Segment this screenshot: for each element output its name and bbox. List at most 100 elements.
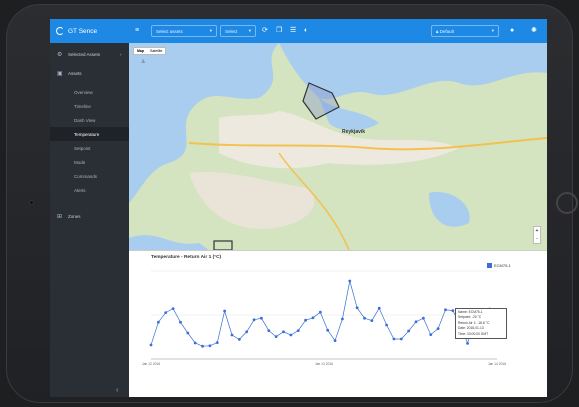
- zones-icon: ⊞: [57, 213, 63, 220]
- map-toggle-map[interactable]: Map: [134, 48, 147, 54]
- data-point: [208, 344, 212, 348]
- camera-dot: [29, 200, 34, 205]
- data-point: [311, 316, 315, 320]
- sidebar-sub-label: Mode: [74, 159, 86, 165]
- chart-panel: Temperature - Return Air 1 (°C) ECM75-1 …: [129, 250, 547, 397]
- assets-select[interactable]: Select assets ▾: [151, 25, 217, 37]
- data-point: [156, 320, 160, 324]
- data-point: [171, 307, 175, 310]
- zoom-out-button[interactable]: -: [534, 235, 540, 243]
- tablet-frame: GT Sence ≡ Select assets ▾ Select ▾ ⟳ ❐ …: [6, 4, 578, 403]
- data-point: [230, 333, 234, 337]
- data-point: [186, 331, 190, 335]
- legend-swatch: [487, 263, 492, 268]
- data-point: [282, 330, 285, 334]
- data-point: [296, 329, 300, 332]
- gear-icon: ⚙: [57, 51, 63, 58]
- data-point: [252, 318, 256, 322]
- sidebar-item-selected-assets[interactable]: ⚙ Selected Assets ›: [50, 46, 129, 62]
- sidebar-sub-setpoint[interactable]: Setpoint: [50, 141, 129, 155]
- data-point: [436, 327, 440, 330]
- data-point: [333, 339, 337, 342]
- app-brand[interactable]: GT Sence: [56, 19, 97, 43]
- user-icon[interactable]: ●: [510, 27, 514, 34]
- sidebar-item-zones[interactable]: ⊞ Zones: [50, 208, 129, 224]
- app-screen: GT Sence ≡ Select assets ▾ Select ▾ ⟳ ❐ …: [50, 19, 547, 397]
- sidebar-sub-label: Overview: [74, 89, 93, 95]
- data-point: [274, 335, 278, 338]
- chevron-down-icon: ▾: [491, 28, 494, 33]
- chevron-right-icon: ›: [120, 51, 122, 57]
- sidebar-sub-timeline[interactable]: Timeline: [50, 99, 129, 113]
- map-toggle-satellite[interactable]: Satellite: [147, 48, 165, 54]
- app-title: GT Sence: [68, 27, 98, 35]
- copy-icon[interactable]: ❐: [276, 27, 282, 34]
- data-point: [201, 344, 204, 348]
- series-line: [150, 280, 498, 347]
- data-point: [377, 306, 381, 310]
- data-point: [444, 308, 447, 312]
- list-icon[interactable]: ☰: [290, 27, 296, 34]
- sidebar-sub-label: Temperature: [74, 131, 100, 137]
- settings-gear-icon[interactable]: ✺: [531, 27, 537, 34]
- data-point: [245, 330, 249, 334]
- sidebar-sub-label: Alerts: [74, 187, 86, 193]
- user-select-label: Default: [439, 28, 454, 34]
- chevron-left-icon[interactable]: ‹: [116, 387, 118, 394]
- main-content: Map Satellite ♙ Reykjavík + - Temperatur…: [129, 43, 547, 397]
- data-point: [399, 337, 403, 341]
- range-select-value: Select: [225, 28, 238, 34]
- home-button[interactable]: [556, 192, 578, 214]
- x-tick-label: Jan 12 2016: [142, 362, 160, 366]
- sidebar-item-label: Selected Assets: [68, 51, 101, 57]
- data-point: [421, 316, 425, 320]
- data-point: [237, 338, 241, 341]
- city-label: Reykjavík: [342, 129, 366, 135]
- hamburger-icon[interactable]: ≡: [135, 27, 139, 34]
- data-point: [260, 316, 263, 320]
- map-view[interactable]: Map Satellite ♙ Reykjavík + -: [129, 43, 547, 250]
- x-tick-label: Jan 14 2016: [488, 362, 506, 366]
- data-point: [215, 341, 219, 344]
- data-point: [466, 342, 469, 345]
- data-point: [341, 317, 344, 321]
- range-select[interactable]: Select ▾: [220, 25, 256, 37]
- sidebar-sub-label: Dash View: [74, 117, 96, 123]
- data-point: [179, 320, 182, 324]
- user-select-value: 🔒︎ Default: [436, 29, 454, 34]
- sidebar-sub-dash-view[interactable]: Dash View: [50, 113, 129, 127]
- sidebar-item-assets[interactable]: ▣ Assets: [50, 65, 129, 81]
- chart-title: Temperature - Return Air 1 (°C): [151, 255, 222, 260]
- x-tick-label: Jan 13 2016: [315, 362, 333, 366]
- asset-icon: ▣: [57, 70, 63, 77]
- data-point: [223, 309, 227, 313]
- data-point: [363, 316, 366, 320]
- data-point: [385, 323, 388, 327]
- sidebar-sub-commands[interactable]: Commands: [50, 169, 129, 183]
- tooltip-time: Time: 03:00:00 GMT: [458, 331, 489, 336]
- sidebar-sub-alerts[interactable]: Alerts: [50, 183, 129, 197]
- pegman-icon[interactable]: ♙: [141, 59, 145, 65]
- data-point: [149, 343, 153, 347]
- data-point: [289, 333, 293, 337]
- sidebar-sub-label: Commands: [74, 173, 98, 179]
- chevron-down-icon: ▾: [248, 28, 251, 33]
- data-point: [348, 279, 352, 283]
- data-point: [193, 341, 197, 345]
- user-select[interactable]: 🔒︎ Default ▾: [431, 25, 499, 37]
- globe-icon[interactable]: ◐: [304, 27, 308, 34]
- sidebar-sub-mode[interactable]: Mode: [50, 155, 129, 169]
- data-point: [407, 329, 411, 333]
- legend-label: ECM75-1: [494, 263, 511, 268]
- sidebar-item-label: Assets: [68, 70, 82, 76]
- sidebar-sub-temperature[interactable]: Temperature: [50, 127, 129, 141]
- assets-select-value: Select assets: [156, 28, 183, 34]
- chart-legend[interactable]: ECM75-1: [487, 263, 511, 268]
- refresh-icon[interactable]: ⟳: [262, 27, 268, 34]
- sidebar-sub-overview[interactable]: Overview: [50, 85, 129, 99]
- zoom-in-button[interactable]: +: [534, 227, 540, 235]
- sidebar-sub-label: Timeline: [74, 103, 91, 109]
- top-bar: GT Sence ≡ Select assets ▾ Select ▾ ⟳ ❐ …: [50, 19, 547, 43]
- map-type-toggle[interactable]: Map Satellite: [133, 47, 167, 55]
- zoom-controls: + -: [533, 226, 541, 244]
